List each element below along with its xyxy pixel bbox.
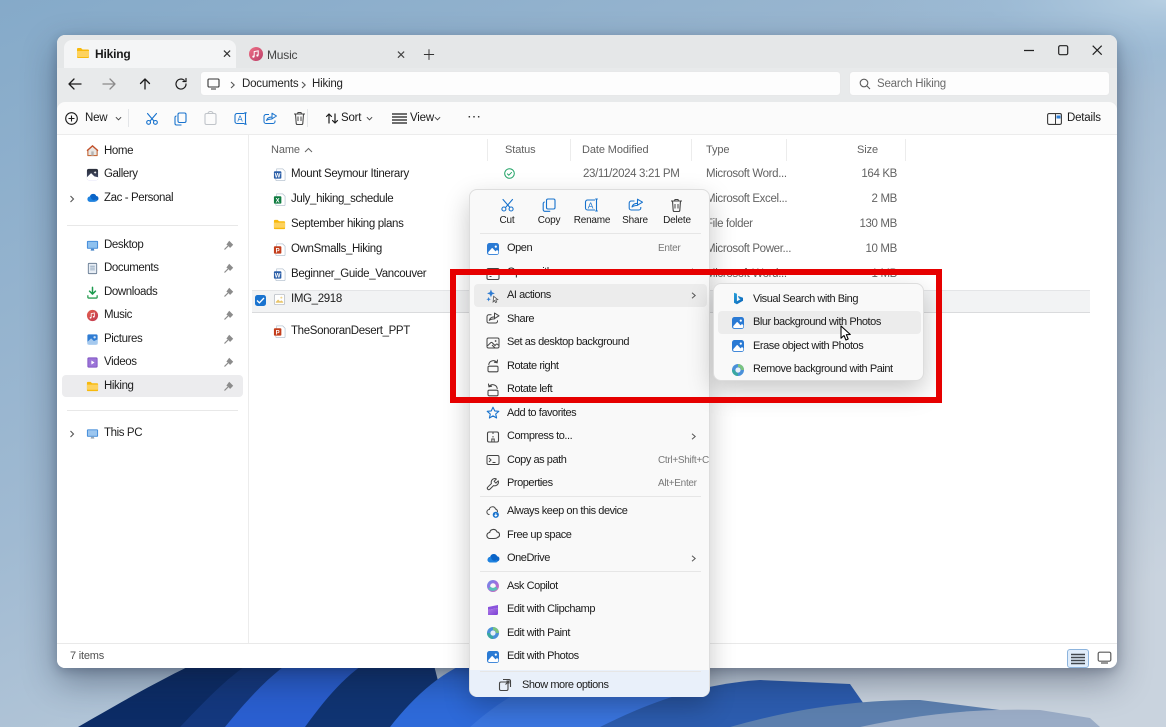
svg-text:W: W <box>275 173 281 179</box>
svg-text:A: A <box>588 200 594 210</box>
svg-text:P: P <box>276 330 280 336</box>
svg-text:X: X <box>276 198 280 204</box>
svg-text:W: W <box>275 273 281 279</box>
svg-text:P: P <box>276 248 280 254</box>
svg-text:A: A <box>237 115 243 124</box>
